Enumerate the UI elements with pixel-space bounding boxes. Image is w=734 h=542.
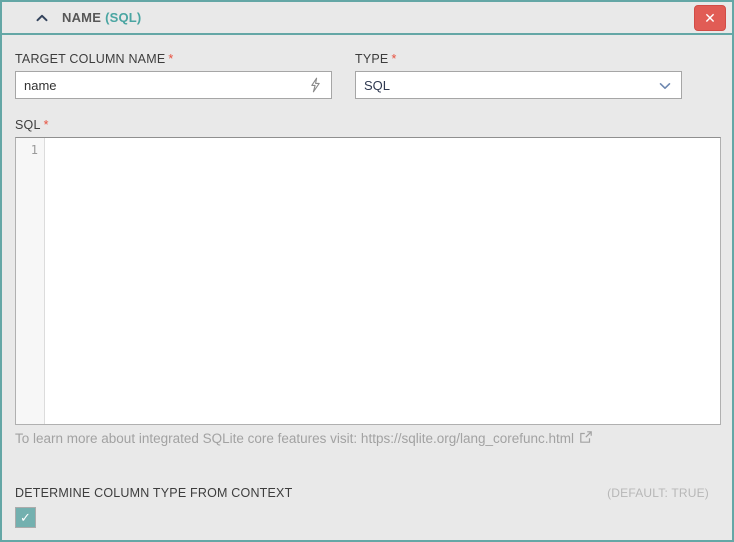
sqlite-help-text: To learn more about integrated SQLite co… [15, 431, 574, 446]
panel-title-suffix: (SQL) [105, 10, 141, 25]
required-marker: * [44, 118, 49, 132]
target-column-name-label: TARGET COLUMN NAME* [15, 52, 332, 66]
determine-column-type-row: DETERMINE COLUMN TYPE FROM CONTEXT (DEFA… [15, 486, 719, 500]
target-column-name-field: TARGET COLUMN NAME* [15, 52, 332, 99]
target-column-name-input-wrap [15, 71, 332, 99]
required-marker: * [168, 52, 173, 66]
chevron-up-icon [36, 10, 48, 25]
external-link-icon[interactable] [579, 430, 593, 447]
sqlite-help-line: To learn more about integrated SQLite co… [15, 430, 719, 447]
sql-label: SQL* [15, 118, 719, 132]
chevron-down-icon [659, 78, 671, 93]
determine-column-type-label: DETERMINE COLUMN TYPE FROM CONTEXT [15, 486, 292, 500]
line-number: 1 [31, 143, 38, 157]
close-button[interactable]: ✕ [694, 5, 726, 31]
default-value-note: (DEFAULT: TRUE) [607, 486, 709, 500]
field-row-top: TARGET COLUMN NAME* TYPE* SQL [15, 52, 719, 99]
sql-code-editor[interactable]: 1 [15, 137, 721, 425]
determine-column-type-checkbox[interactable]: ✓ [15, 507, 36, 528]
target-column-name-input[interactable] [24, 72, 305, 98]
collapse-button[interactable] [30, 6, 54, 30]
checkmark-icon: ✓ [20, 510, 31, 526]
type-label: TYPE* [355, 52, 682, 66]
column-mapping-panel: NAME (SQL) ✕ TARGET COLUMN NAME* [0, 0, 734, 542]
lightning-bolt-icon[interactable] [305, 74, 325, 96]
sql-field: SQL* 1 To learn more about integrated SQ… [15, 118, 719, 447]
type-select[interactable]: SQL [355, 71, 682, 99]
panel-title: NAME (SQL) [62, 10, 141, 25]
type-field: TYPE* SQL [355, 52, 682, 99]
type-select-value: SQL [364, 78, 390, 93]
panel-title-name: NAME [62, 10, 101, 25]
panel-body: TARGET COLUMN NAME* TYPE* SQL [2, 35, 732, 540]
required-marker: * [391, 52, 396, 66]
close-icon: ✕ [704, 11, 716, 25]
editor-gutter: 1 [16, 138, 45, 424]
panel-header: NAME (SQL) ✕ [2, 2, 732, 35]
sql-editor-textarea[interactable] [45, 138, 720, 424]
